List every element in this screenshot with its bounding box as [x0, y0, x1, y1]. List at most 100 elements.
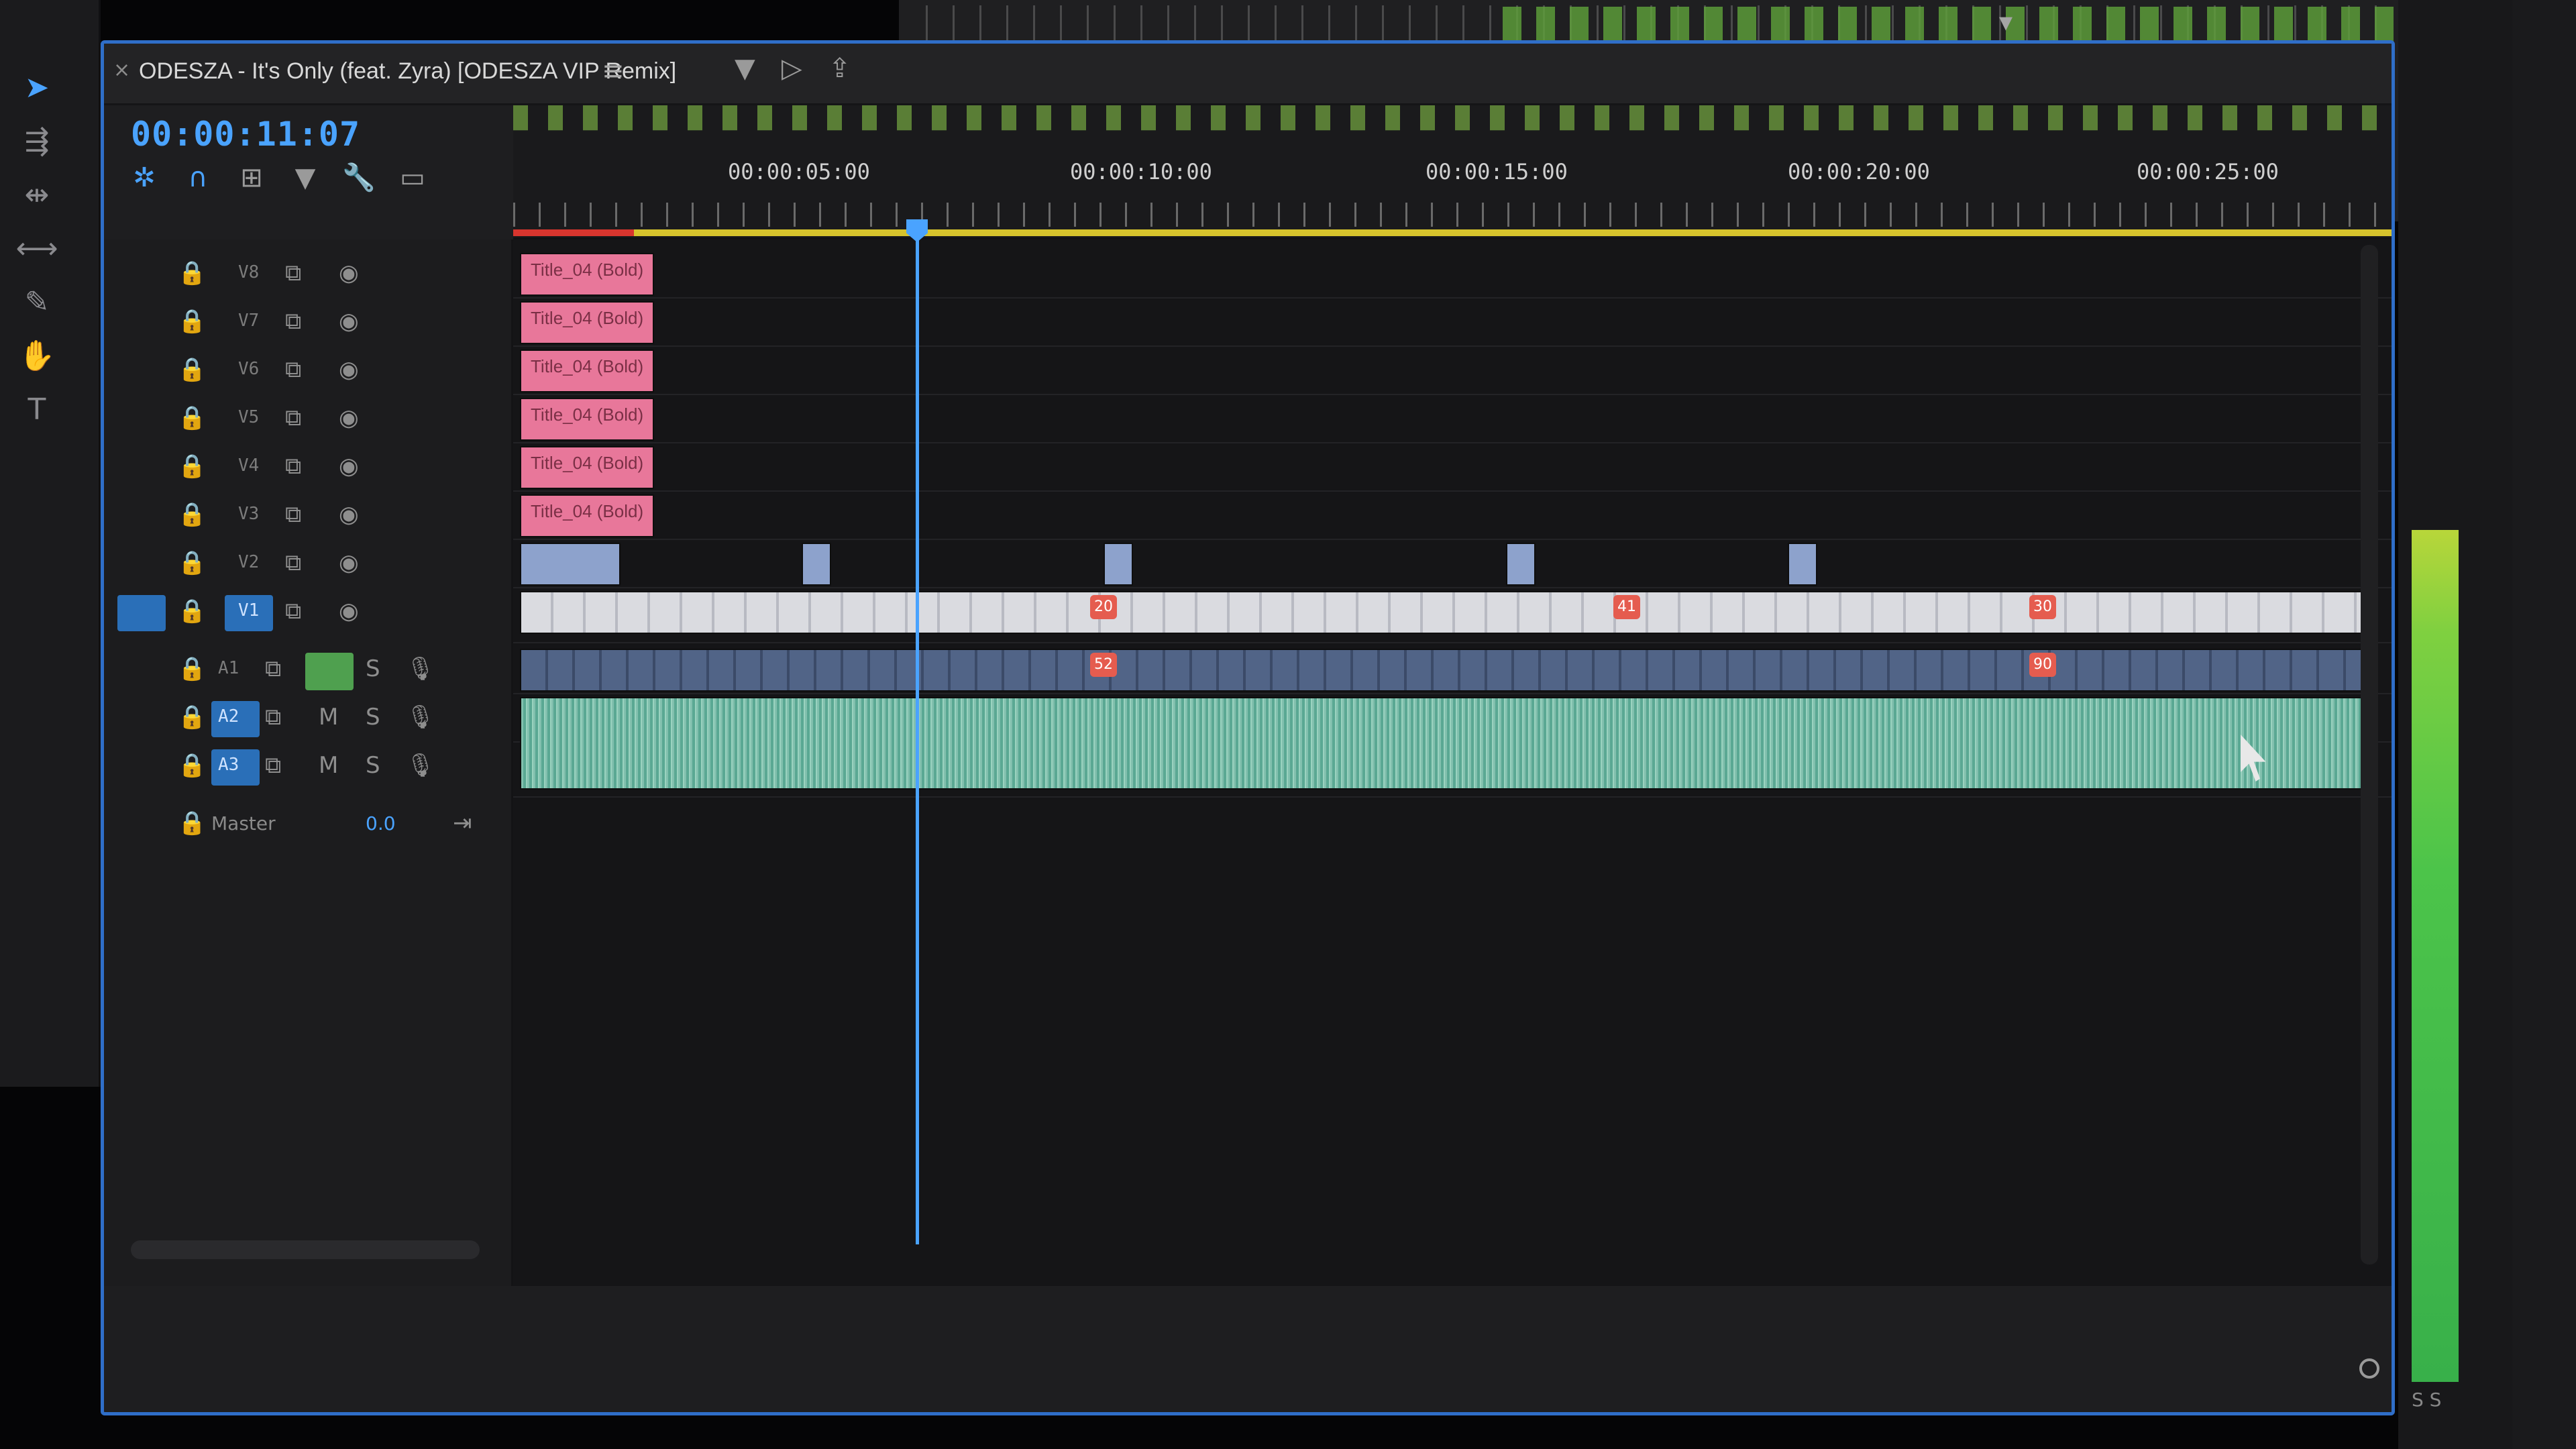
ruler-label: 00:00:15:00	[1426, 159, 1568, 184]
track-divider	[513, 394, 2392, 395]
captions-icon[interactable]: ▭	[392, 158, 433, 198]
eye-icon[interactable]: ◉	[339, 260, 359, 286]
microphone-icon[interactable]: 🎙	[406, 704, 435, 731]
track-label: A3	[218, 755, 239, 775]
zoom-level-dropdown[interactable]: ▾	[1999, 7, 2012, 38]
playhead-timecode[interactable]: 00:00:11:07	[131, 115, 360, 154]
audio-track-a2-waveform[interactable]	[520, 697, 2371, 790]
pen-tool-icon[interactable]: ✎	[13, 282, 60, 323]
title-clip[interactable]: Title_04 (Bold)	[520, 494, 654, 537]
lock-icon[interactable]: 🔒	[178, 405, 206, 431]
master-volume[interactable]: 0.0	[366, 812, 396, 835]
track-divider	[513, 796, 2392, 798]
sync-lock-icon[interactable]: ⧉	[285, 598, 301, 625]
hamburger-menu-icon[interactable]: ≡	[602, 56, 625, 87]
timeline-header: × ODESZA - It's Only (feat. Zyra) [ODESZ…	[104, 44, 2392, 105]
microphone-icon[interactable]: 🎙	[406, 752, 435, 779]
solo-icon[interactable]: S	[366, 752, 380, 779]
lock-icon[interactable]: 🔒	[178, 810, 206, 837]
solo-icon[interactable]: S	[366, 655, 380, 682]
filter-icon[interactable]: ▼	[735, 53, 755, 84]
title-clip[interactable]: Title_04 (Bold)	[520, 398, 654, 441]
lock-icon[interactable]: 🔒	[178, 356, 206, 383]
mute-icon[interactable]: M	[319, 752, 338, 779]
add-marker-icon[interactable]: ▼	[285, 158, 325, 198]
hand-tool-icon[interactable]: ✋	[13, 335, 60, 377]
playhead-line[interactable]	[916, 238, 919, 1244]
microphone-icon[interactable]: 🎙	[406, 655, 435, 682]
selection-tool-icon[interactable]: ➤	[13, 67, 60, 109]
video-clip[interactable]	[520, 543, 621, 586]
track-select-tool-icon[interactable]: ⇶	[13, 121, 60, 162]
lock-icon[interactable]: 🔒	[178, 308, 206, 335]
vertical-scrollbar[interactable]	[2361, 245, 2378, 1265]
eye-icon[interactable]: ◉	[339, 356, 359, 383]
type-tool-icon[interactable]: T	[13, 389, 60, 431]
mute-icon[interactable]: M	[319, 704, 338, 731]
source-patch-v1[interactable]	[117, 595, 166, 631]
video-clip[interactable]	[802, 543, 831, 586]
track-header-a2: 🔒 A2 ⧉ M S 🎙	[104, 697, 513, 743]
eye-icon[interactable]: ◉	[339, 453, 359, 480]
sync-lock-icon[interactable]: ⧉	[265, 752, 281, 779]
sync-lock-icon[interactable]: ⧉	[285, 308, 301, 335]
track-header-v1: 🔒 V1 ⧉ ◉	[104, 591, 513, 637]
wrench-icon[interactable]: 🔧	[339, 158, 379, 198]
lock-icon[interactable]: 🔒	[178, 598, 206, 625]
solo-meter-icon[interactable]: S S	[2412, 1389, 2441, 1411]
video-track-v1-clips[interactable]	[520, 591, 2371, 634]
track-header-v2: 🔒 V2 ⧉ ◉	[104, 543, 513, 588]
linked-selection-icon[interactable]: ⊞	[231, 158, 272, 198]
title-clip[interactable]: Title_04 (Bold)	[520, 446, 654, 489]
export-icon[interactable]: ⇪	[828, 53, 851, 84]
sync-lock-icon[interactable]: ⧉	[265, 704, 281, 731]
time-ruler[interactable]: 00:00:05:00 00:00:10:00 00:00:15:00 00:0…	[513, 105, 2392, 239]
track-label: V3	[238, 504, 260, 524]
go-to-end-icon[interactable]: ⇥	[453, 810, 472, 837]
lock-icon[interactable]: 🔒	[178, 704, 206, 731]
sync-lock-icon[interactable]: ⧉	[285, 501, 301, 528]
eye-icon[interactable]: ◉	[339, 549, 359, 576]
ripple-edit-tool-icon[interactable]: ⇹	[13, 174, 60, 216]
sync-icon[interactable]: ▷	[782, 53, 802, 84]
video-clip[interactable]	[1104, 543, 1133, 586]
track-header-a3: 🔒 A3 ⧉ M S 🎙	[104, 745, 513, 791]
close-icon[interactable]: ×	[113, 58, 130, 82]
horizontal-scrollbar[interactable]	[131, 1240, 480, 1259]
sync-lock-icon[interactable]: ⧉	[285, 260, 301, 286]
lock-icon[interactable]: 🔒	[178, 549, 206, 576]
video-clip[interactable]	[1788, 543, 1817, 586]
solo-icon[interactable]: S	[366, 704, 380, 731]
lock-icon[interactable]: 🔒	[178, 752, 206, 779]
timeline-tracks-area[interactable]: Title_04 (Bold) Title_04 (Bold) Title_04…	[513, 239, 2392, 1286]
slip-tool-icon[interactable]: ⟷	[13, 228, 60, 270]
sequence-tab-title[interactable]: ODESZA - It's Only (feat. Zyra) [ODESZA …	[139, 58, 676, 85]
title-clip[interactable]: Title_04 (Bold)	[520, 253, 654, 296]
track-divider	[513, 442, 2392, 443]
track-divider	[513, 642, 2392, 643]
eye-icon[interactable]: ◉	[339, 308, 359, 335]
video-clip[interactable]	[1506, 543, 1536, 586]
eye-icon[interactable]: ◉	[339, 598, 359, 625]
fx-badge: 90	[2029, 653, 2056, 677]
eye-icon[interactable]: ◉	[339, 501, 359, 528]
title-clip[interactable]: Title_04 (Bold)	[520, 350, 654, 392]
mute-icon[interactable]	[305, 653, 354, 690]
work-area-bar[interactable]	[513, 229, 2392, 236]
sync-lock-icon[interactable]: ⧉	[285, 549, 301, 576]
nest-icon[interactable]: ✲	[124, 158, 164, 198]
lock-icon[interactable]: 🔒	[178, 501, 206, 528]
eye-icon[interactable]: ◉	[339, 405, 359, 431]
sync-lock-icon[interactable]: ⧉	[285, 356, 301, 383]
title-clip[interactable]: Title_04 (Bold)	[520, 301, 654, 344]
sync-lock-icon[interactable]: ⧉	[265, 655, 281, 682]
sync-lock-icon[interactable]: ⧉	[285, 405, 301, 431]
audio-track-a1-clips[interactable]	[520, 649, 2371, 692]
snap-icon[interactable]: ∩	[178, 158, 218, 198]
sync-lock-icon[interactable]: ⧉	[285, 453, 301, 480]
lock-icon[interactable]: 🔒	[178, 655, 206, 682]
lock-icon[interactable]: 🔒	[178, 453, 206, 480]
scroll-end-handle[interactable]	[2359, 1358, 2379, 1379]
lock-icon[interactable]: 🔒	[178, 260, 206, 286]
track-label: V1	[238, 600, 260, 621]
